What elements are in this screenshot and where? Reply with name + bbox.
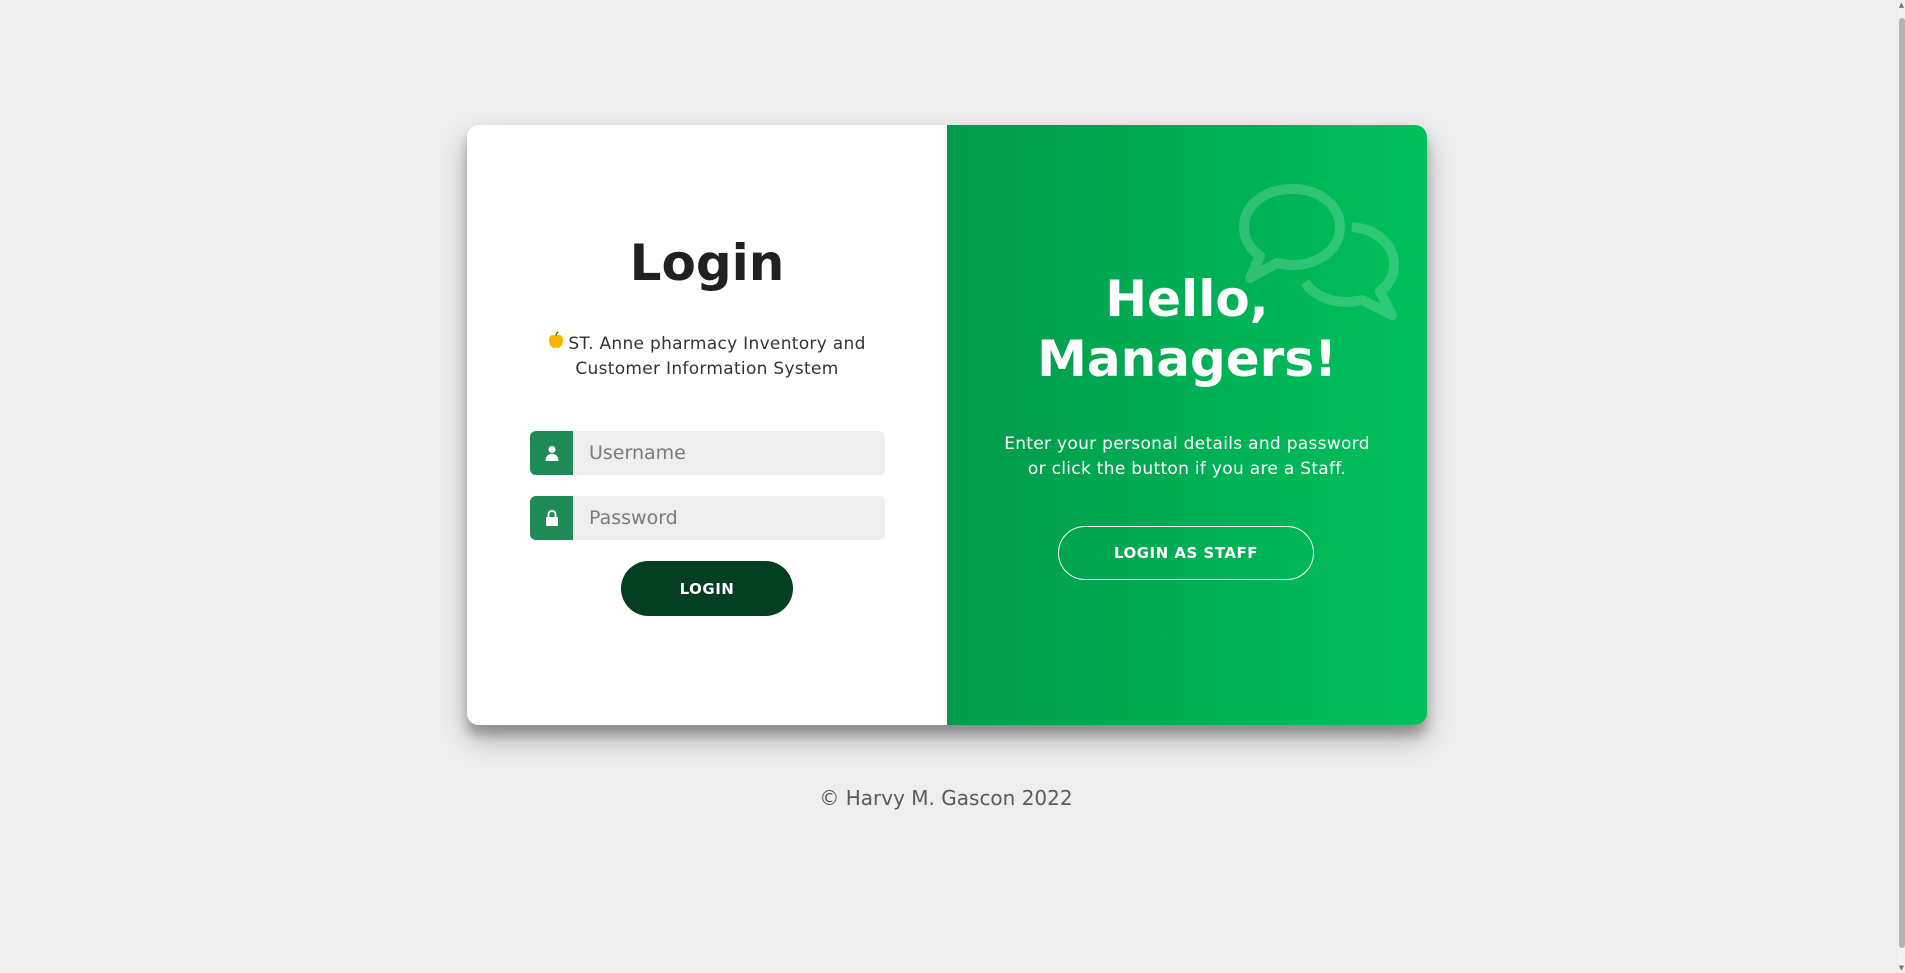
user-icon: [530, 431, 573, 475]
hello-title: Hello, Managers!: [1037, 270, 1337, 388]
scrollbar[interactable]: ▲ ▼: [1898, 0, 1905, 973]
hello-text: Enter your personal details and password…: [1004, 434, 1370, 479]
app-subtitle-text: ST. Anne pharmacy Inventory and Customer…: [568, 334, 866, 379]
login-card: Login ST. Anne pharmacy Inventory and Cu…: [467, 125, 1427, 725]
lock-icon: [530, 496, 573, 540]
sign-in-panel: Login ST. Anne pharmacy Inventory and Cu…: [467, 125, 947, 725]
scroll-down-arrow-icon[interactable]: ▼: [1898, 963, 1905, 973]
password-field: [530, 496, 885, 540]
password-input[interactable]: [573, 496, 885, 540]
login-as-staff-button[interactable]: LOGIN AS STAFF: [1058, 526, 1314, 580]
scroll-up-arrow-icon[interactable]: ▲: [1898, 0, 1905, 10]
username-input[interactable]: [573, 431, 885, 475]
login-button[interactable]: LOGIN: [621, 561, 793, 616]
apple-icon: [548, 331, 564, 357]
username-field: [530, 431, 885, 475]
page: Login ST. Anne pharmacy Inventory and Cu…: [0, 0, 1905, 973]
app-subtitle: ST. Anne pharmacy Inventory and Customer…: [507, 331, 907, 382]
copyright-footer: © Harvy M. Gascon 2022: [819, 786, 1073, 810]
overlay-panel: Hello, Managers! Enter your personal det…: [947, 125, 1427, 725]
login-title: Login: [629, 234, 785, 292]
scrollbar-thumb[interactable]: [1899, 18, 1905, 948]
